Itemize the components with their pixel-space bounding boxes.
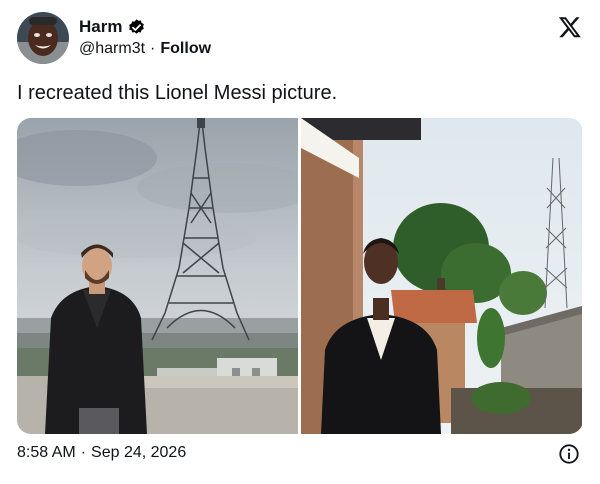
photo-messi-eiffel[interactable] <box>17 118 298 434</box>
tweet-date[interactable]: Sep 24, 2026 <box>91 444 186 462</box>
media-grid <box>17 118 583 434</box>
avatar-image <box>17 12 69 64</box>
x-logo-icon[interactable] <box>558 15 582 39</box>
photo-recreation[interactable] <box>301 118 582 434</box>
tweet-text: I recreated this Lionel Messi picture. <box>17 82 338 104</box>
author-handle[interactable]: @harm3t <box>79 40 145 58</box>
verified-badge-icon <box>127 18 146 37</box>
handle-separator: · <box>150 40 156 57</box>
author-handle-row: @harm3t · Follow <box>79 40 211 58</box>
footer-separator: · <box>80 444 87 461</box>
tweet-footer: 8:58 AM · Sep 24, 2026 <box>17 444 186 462</box>
follow-button[interactable]: Follow <box>160 40 211 58</box>
author-display-name[interactable]: Harm <box>79 17 122 37</box>
info-icon[interactable] <box>558 443 580 465</box>
tweet-time[interactable]: 8:58 AM <box>17 444 76 462</box>
author-name-row: Harm <box>79 17 146 37</box>
author-avatar[interactable] <box>17 12 69 64</box>
